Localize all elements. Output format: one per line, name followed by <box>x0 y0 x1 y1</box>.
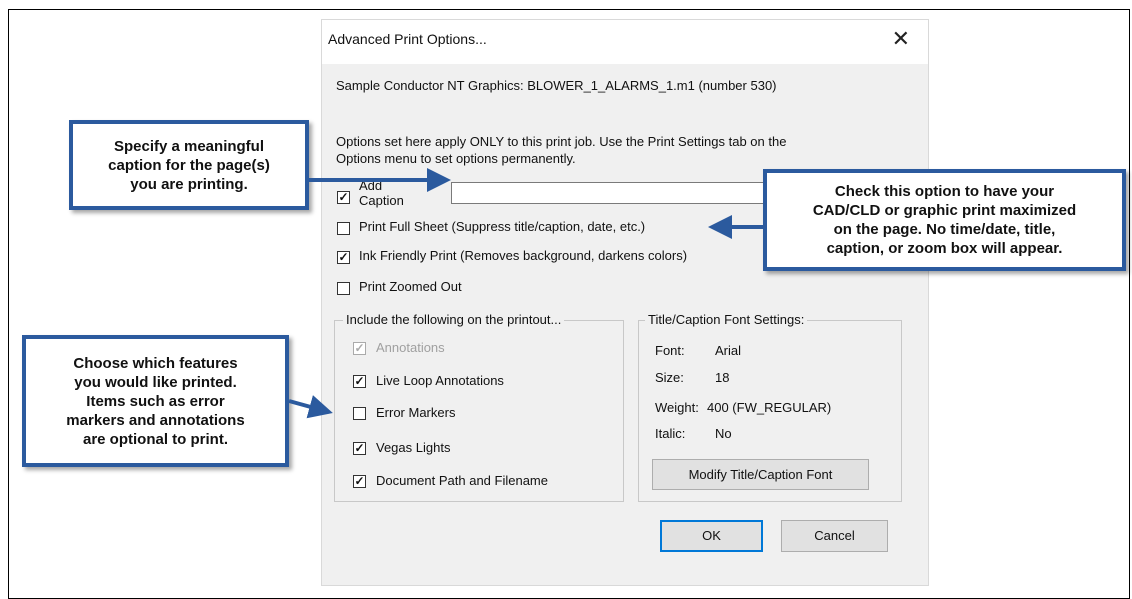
size-key: Size: <box>655 370 684 385</box>
weight-key: Weight: <box>655 400 699 415</box>
live-loop-annotations-label: Live Loop Annotations <box>376 373 504 388</box>
features-callout: Choose which features you would like pri… <box>22 335 289 467</box>
add-caption-checkbox[interactable]: ✓ <box>337 191 350 204</box>
error-markers-checkbox[interactable] <box>353 407 366 420</box>
print-full-sheet-checkbox[interactable] <box>337 222 350 235</box>
cancel-button[interactable]: Cancel <box>781 520 888 552</box>
print-zoomed-out-label: Print Zoomed Out <box>359 279 462 294</box>
ink-friendly-checkbox[interactable]: ✓ <box>337 251 350 264</box>
italic-key: Italic: <box>655 426 686 441</box>
add-caption-label: Add Caption <box>359 178 404 208</box>
add-caption-label-line2: Caption <box>359 193 404 208</box>
font-settings-title: Title/Caption Font Settings: <box>645 312 808 327</box>
caption-callout: Specify a meaningful caption for the pag… <box>69 120 309 210</box>
title-bar: Advanced Print Options... ✕ <box>322 20 928 64</box>
add-caption-label-line1: Add <box>359 178 383 193</box>
ok-button[interactable]: OK <box>660 520 763 552</box>
options-description: Options set here apply ONLY to this prin… <box>336 134 787 166</box>
document-path-label: Document Path and Filename <box>376 473 548 488</box>
annotations-checkbox[interactable]: ✓ <box>353 342 366 355</box>
weight-value: 400 (FW_REGULAR) <box>707 400 832 415</box>
vegas-lights-label: Vegas Lights <box>376 440 451 455</box>
print-full-sheet-label: Print Full Sheet (Suppress title/caption… <box>359 219 646 234</box>
annotations-label: Annotations <box>376 340 445 355</box>
live-loop-annotations-checkbox[interactable]: ✓ <box>353 375 366 388</box>
print-zoomed-out-checkbox[interactable] <box>337 282 350 295</box>
document-path-checkbox[interactable]: ✓ <box>353 475 366 488</box>
font-key: Font: <box>655 343 685 358</box>
vegas-lights-checkbox[interactable]: ✓ <box>353 442 366 455</box>
full-sheet-callout: Check this option to have your CAD/CLD o… <box>763 169 1126 271</box>
ink-friendly-label: Ink Friendly Print (Removes background, … <box>359 248 688 263</box>
dialog-title: Advanced Print Options... <box>328 31 487 47</box>
italic-value: No <box>715 426 732 441</box>
advanced-print-options-dialog: Advanced Print Options... ✕ Sample Condu… <box>322 20 928 585</box>
size-value: 18 <box>715 370 730 385</box>
font-value: Arial <box>715 343 742 358</box>
close-icon[interactable]: ✕ <box>892 26 910 52</box>
document-subtitle: Sample Conductor NT Graphics: BLOWER_1_A… <box>336 78 777 93</box>
error-markers-label: Error Markers <box>376 405 456 420</box>
caption-input[interactable] <box>451 182 771 204</box>
modify-font-button[interactable]: Modify Title/Caption Font <box>652 459 869 490</box>
include-group-title: Include the following on the printout... <box>343 312 565 327</box>
